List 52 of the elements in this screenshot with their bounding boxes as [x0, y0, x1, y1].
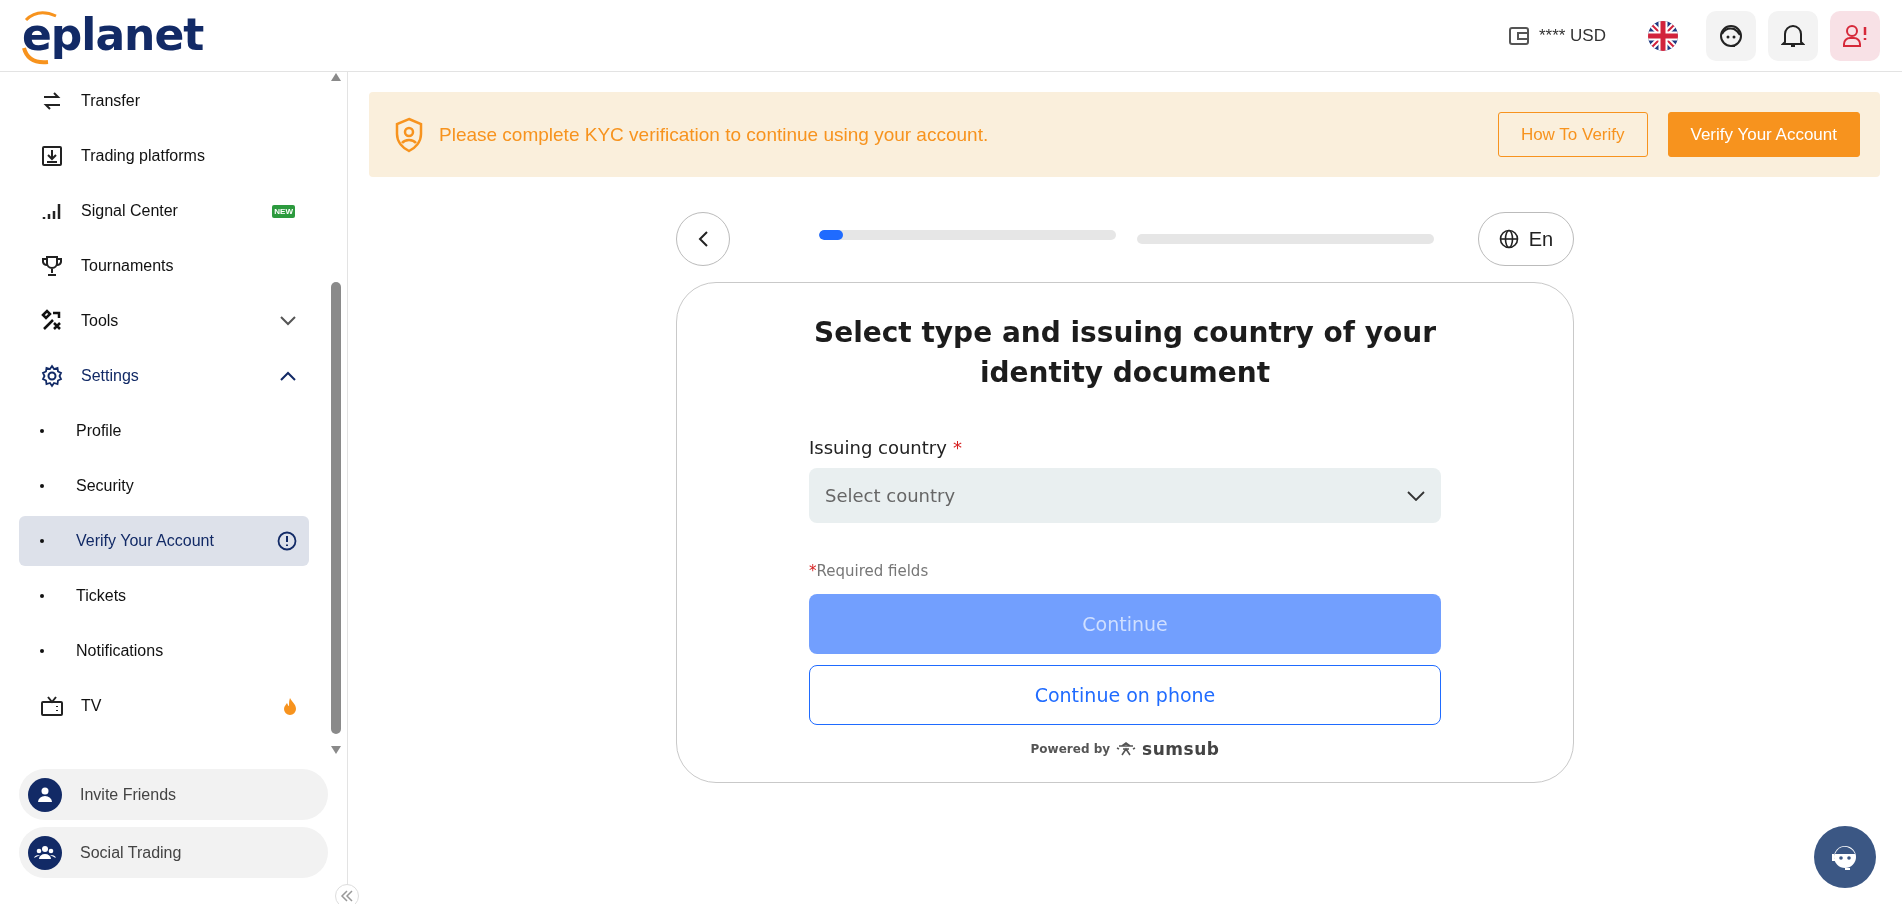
sidebar-item[interactable]: Tickets [19, 571, 309, 621]
scroll-up-icon[interactable] [330, 72, 342, 82]
menu-icon [40, 254, 64, 278]
banner-message: Please complete KYC verification to continue using your account. [439, 123, 990, 146]
sidebar-item[interactable]: Verify Your Account [19, 516, 309, 566]
language-button[interactable]: En [1478, 212, 1574, 266]
sidebar-item[interactable]: Profile [19, 406, 309, 456]
field-label: Issuing country [809, 437, 947, 458]
chevron-icon [1407, 490, 1425, 501]
sidebar-item[interactable]: Transfer [19, 76, 309, 126]
flag-icon[interactable] [1648, 20, 1678, 51]
collapse-button[interactable] [335, 884, 359, 904]
bell-icon [1781, 22, 1805, 49]
country-select[interactable]: Select country [809, 468, 1441, 523]
sidebar-item[interactable]: Settings [19, 351, 309, 401]
powered-by: Powered by [1030, 742, 1111, 756]
logo: eplanet [18, 5, 204, 66]
shield-icon [393, 116, 425, 153]
brand-name: sumsub [1142, 739, 1220, 759]
scroll-down-icon[interactable] [330, 745, 342, 755]
sidebar-item[interactable]: Notifications [19, 626, 309, 676]
sidebar-item[interactable]: Signal Center NEW [19, 186, 309, 236]
menu-icon [40, 694, 64, 718]
back-icon [697, 230, 709, 248]
mascot-icon [1116, 742, 1137, 756]
required-mark: * [809, 562, 817, 580]
profile-button[interactable] [1830, 10, 1880, 61]
sidebar-button[interactable]: Social Trading [19, 827, 328, 878]
notifications-button[interactable] [1768, 10, 1818, 61]
menu-icon [40, 144, 64, 168]
sidebar-item[interactable]: TV [19, 681, 309, 731]
new-badge: NEW [272, 204, 295, 218]
support-button[interactable] [1706, 10, 1756, 61]
double-chevron-icon [340, 890, 354, 902]
sidebar-item[interactable]: Trading platforms [19, 131, 309, 181]
menu-icon [40, 364, 64, 388]
card-title: Select type and issuing country of your identity document [813, 315, 1437, 391]
required-note: Required fields [816, 562, 929, 580]
balance: **** USD [1538, 25, 1606, 46]
support-icon [1718, 22, 1744, 49]
continue-button[interactable]: Continue on phone [809, 665, 1441, 725]
user-alert-icon [1842, 23, 1868, 48]
sidebar-item[interactable]: Tools [19, 296, 309, 346]
user-icon [28, 835, 62, 870]
wallet-icon [1508, 26, 1529, 45]
sidebar-item[interactable]: Tournaments [19, 241, 309, 291]
sidebar-item[interactable]: Security [19, 461, 309, 511]
user-icon [28, 777, 62, 812]
scrollbar[interactable] [328, 72, 344, 755]
sidebar-button[interactable]: Invite Friends [19, 769, 328, 820]
globe-icon [1498, 229, 1519, 249]
required-mark: * [952, 437, 962, 458]
